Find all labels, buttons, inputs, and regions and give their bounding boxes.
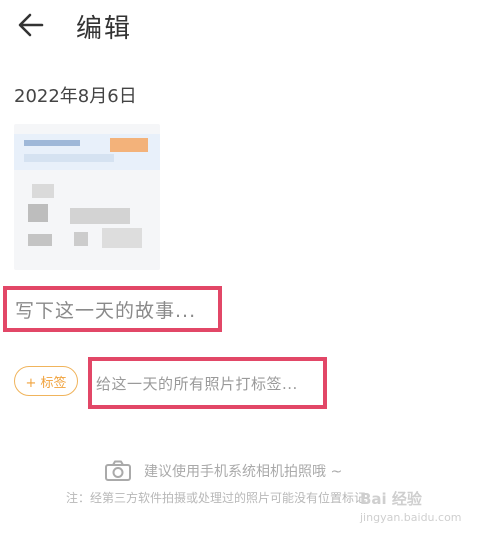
arrow-left-icon xyxy=(18,13,44,37)
camera-hint-text: 建议使用手机系统相机拍照哦 ~ xyxy=(144,464,343,480)
add-tag-button[interactable]: + 标签 xyxy=(14,366,78,396)
story-input-highlight[interactable]: 写下这一天的故事... xyxy=(3,286,222,332)
tag-input-highlight[interactable]: 给这一天的所有照片打标签... xyxy=(88,357,327,409)
date-label: 2022年8月6日 xyxy=(14,86,137,107)
camera-hint: 建议使用手机系统相机拍照哦 ~ xyxy=(104,458,342,484)
back-button[interactable] xyxy=(14,8,48,42)
watermark-brand: Bai 经验 xyxy=(360,490,422,508)
watermark-logo: Bai 经验 xyxy=(360,488,422,509)
watermark-url: jingyan.baidu.com xyxy=(360,511,462,524)
tag-placeholder: 给这一天的所有照片打标签... xyxy=(96,374,298,393)
note-text: 注：经第三方软件拍摄或处理过的照片可能没有位置标记 xyxy=(66,491,367,505)
header-bar: 编辑 xyxy=(0,0,478,58)
story-placeholder: 写下这一天的故事... xyxy=(15,299,197,322)
photo-thumbnail[interactable] xyxy=(14,124,160,270)
page-title: 编辑 xyxy=(76,14,133,44)
camera-icon xyxy=(105,460,131,481)
